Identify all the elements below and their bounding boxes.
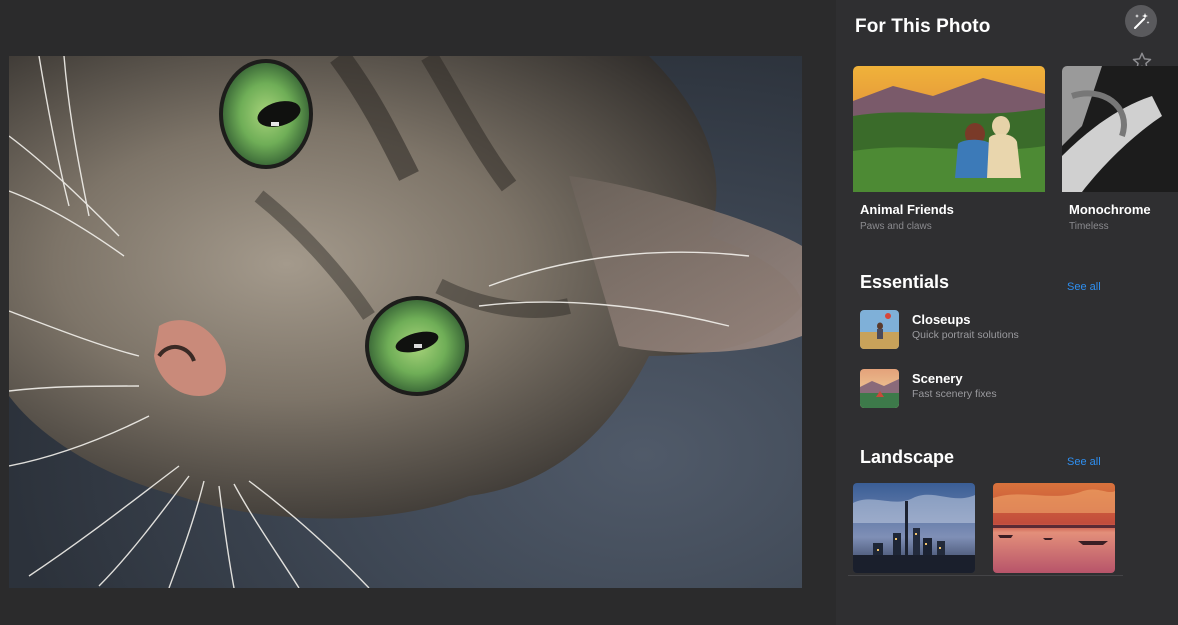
closeups-thumbnail [860, 310, 899, 349]
scenery-thumbnail [860, 369, 899, 408]
landscape-card-city[interactable] [853, 483, 975, 573]
featured-card-subtitle: Paws and claws [860, 221, 932, 232]
featured-thumbnail [853, 66, 1045, 192]
landscape-see-all-link[interactable]: See all [1067, 456, 1101, 468]
panel-divider [848, 575, 1123, 576]
magic-wand-button[interactable] [1125, 5, 1157, 37]
featured-card-animal-friends[interactable]: Animal Friends Paws and claws [853, 66, 1045, 238]
list-item-title: Closeups [912, 312, 971, 327]
featured-thumbnail [1062, 66, 1178, 192]
featured-card-title: Animal Friends [860, 202, 954, 217]
essentials-item-closeups[interactable]: Closeups Quick portrait solutions [860, 310, 1150, 352]
featured-card-title: Monochrome [1069, 202, 1151, 217]
essentials-item-scenery[interactable]: Scenery Fast scenery fixes [860, 369, 1150, 411]
photo-canvas[interactable] [0, 0, 836, 625]
suggestions-panel: For This Photo Animal Friends Paws and c… [836, 0, 1178, 625]
monochrome-thumbnail-image [1062, 66, 1178, 192]
sunset-lake-thumbnail-image [993, 483, 1115, 573]
list-item-subtitle: Fast scenery fixes [912, 388, 997, 400]
main-photo[interactable] [9, 56, 802, 588]
scenery-thumbnail-image [860, 369, 899, 408]
cat-photo-image [9, 56, 802, 588]
app-window: For This Photo Animal Friends Paws and c… [0, 0, 1178, 625]
essentials-see-all-link[interactable]: See all [1067, 281, 1101, 293]
list-item-title: Scenery [912, 371, 963, 386]
animal-friends-thumbnail-image [853, 66, 1045, 192]
magic-wand-icon [1134, 13, 1150, 29]
list-item-subtitle: Quick portrait solutions [912, 329, 1019, 341]
closeups-thumbnail-image [860, 310, 899, 349]
essentials-section-title: Essentials [860, 272, 950, 292]
city-skyline-thumbnail-image [853, 483, 975, 573]
landscape-card-sunset-lake[interactable] [993, 483, 1115, 573]
panel-title: For This Photo [855, 16, 991, 37]
featured-card-monochrome[interactable]: Monochrome Timeless [1062, 66, 1178, 238]
featured-card-subtitle: Timeless [1069, 221, 1109, 232]
landscape-section-title: Landscape [860, 447, 955, 467]
